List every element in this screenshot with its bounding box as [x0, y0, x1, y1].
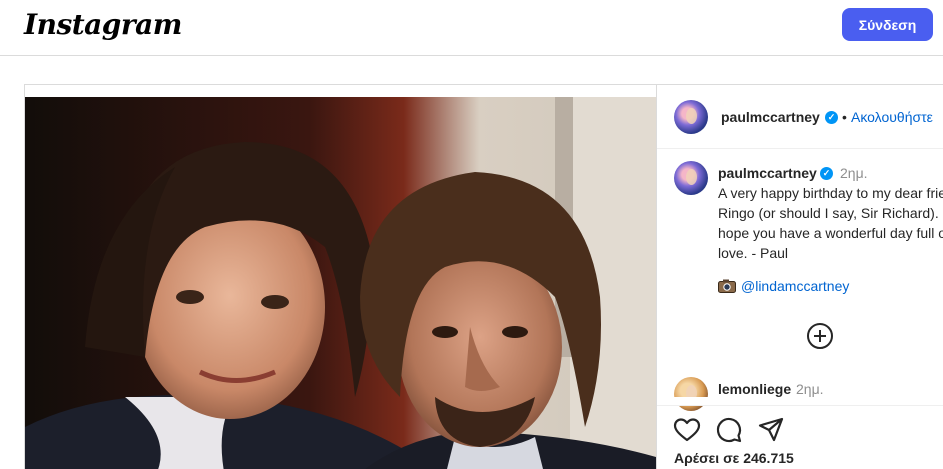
comment-icon[interactable]: [715, 416, 743, 444]
verified-badge-icon: ✓: [820, 167, 833, 180]
author-avatar[interactable]: [674, 100, 708, 134]
author-username[interactable]: paulmccartney: [721, 109, 820, 125]
caption-author-username[interactable]: paulmccartney: [718, 165, 817, 181]
comment-timestamp[interactable]: 2ημ.: [796, 381, 824, 397]
post-card: paulmccartney ✓ • Ακολουθήστε paulmccart…: [24, 84, 943, 469]
post-photo-illustration: [25, 97, 656, 469]
post-sidebar: paulmccartney ✓ • Ακολουθήστε paulmccart…: [656, 85, 943, 469]
verified-badge-icon: ✓: [825, 111, 838, 124]
share-icon[interactable]: [757, 416, 785, 444]
camera-icon: [718, 279, 736, 293]
photo-credit-mention[interactable]: @lindamccartney: [741, 278, 849, 294]
load-more-comments-plus-icon[interactable]: [807, 323, 833, 349]
comment-author-username[interactable]: lemonliege: [718, 381, 791, 397]
likes-count[interactable]: Αρέσει σε 246.715: [674, 450, 794, 466]
post-header: paulmccartney ✓ • Ακολουθήστε: [657, 85, 943, 149]
heart-icon[interactable]: [673, 416, 701, 444]
comments-fade: [657, 397, 943, 405]
instagram-logo[interactable]: Instagram: [24, 8, 182, 41]
top-bar: Instagram Σύνδεση: [0, 0, 943, 56]
caption-text: A very happy birthday to my dear friend,…: [718, 185, 943, 261]
follow-separator: •: [842, 109, 847, 125]
post-actions: Αρέσει σε 246.715: [657, 405, 943, 469]
post-photo[interactable]: [25, 97, 656, 469]
caption-timestamp[interactable]: 2ημ.: [840, 165, 868, 181]
caption-author-avatar[interactable]: [674, 161, 708, 195]
follow-button[interactable]: Ακολουθήστε: [851, 109, 933, 125]
login-button[interactable]: Σύνδεση: [842, 8, 933, 41]
photo-credit: @lindamccartney: [718, 277, 849, 294]
